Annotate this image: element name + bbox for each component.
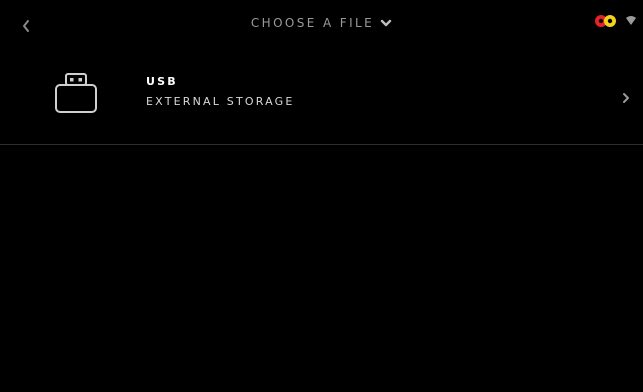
usb-storage-item[interactable]: USB EXTERNAL STORAGE	[0, 52, 643, 144]
usb-item-text: USB EXTERNAL STORAGE	[146, 75, 295, 108]
usb-item-subtitle: EXTERNAL STORAGE	[146, 95, 295, 108]
wifi-icon	[626, 16, 636, 25]
usb-item-title: USB	[146, 75, 178, 88]
header-bar: CHOOSE A FILE	[0, 0, 643, 52]
chevron-right-icon	[623, 93, 629, 103]
link-status-icon	[595, 15, 616, 27]
page-title: CHOOSE A FILE	[250, 16, 375, 30]
file-source-list: USB EXTERNAL STORAGE	[0, 52, 643, 145]
title-container: CHOOSE A FILE	[0, 16, 643, 30]
usb-storage-icon	[55, 73, 97, 113]
chevron-down-icon	[380, 19, 392, 27]
choose-file-dropdown[interactable]: CHOOSE A FILE	[251, 16, 392, 30]
status-icons	[593, 14, 637, 28]
file-chooser-screen: CHOOSE A FILE USB EXTERNAL STORAGE	[0, 0, 643, 392]
list-divider	[0, 144, 643, 145]
